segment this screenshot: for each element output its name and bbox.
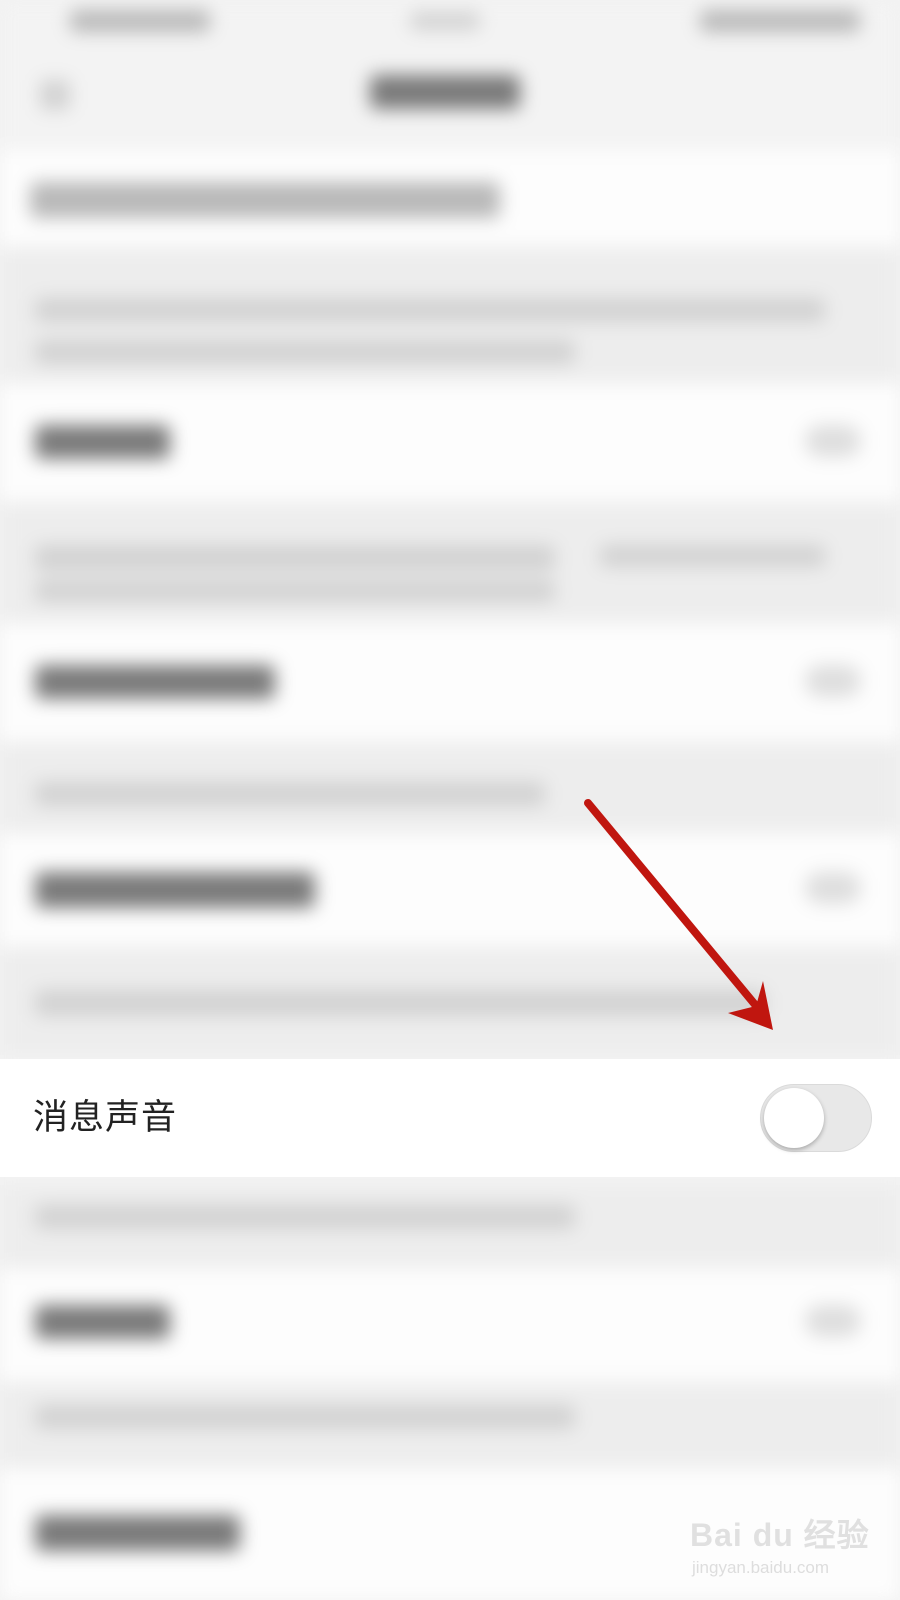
watermark-url: jingyan.baidu.com xyxy=(692,1558,830,1577)
message-sound-label: 消息声音 xyxy=(33,1098,178,1138)
baidu-jingyan-watermark: Bai du 经验 jingyan.baidu.com xyxy=(690,1500,890,1590)
toggle-knob xyxy=(764,1088,824,1148)
message-sound-toggle[interactable] xyxy=(760,1084,872,1152)
watermark-brand: Bai du 经验 xyxy=(690,1517,870,1553)
blurred-settings-background xyxy=(0,0,900,1600)
